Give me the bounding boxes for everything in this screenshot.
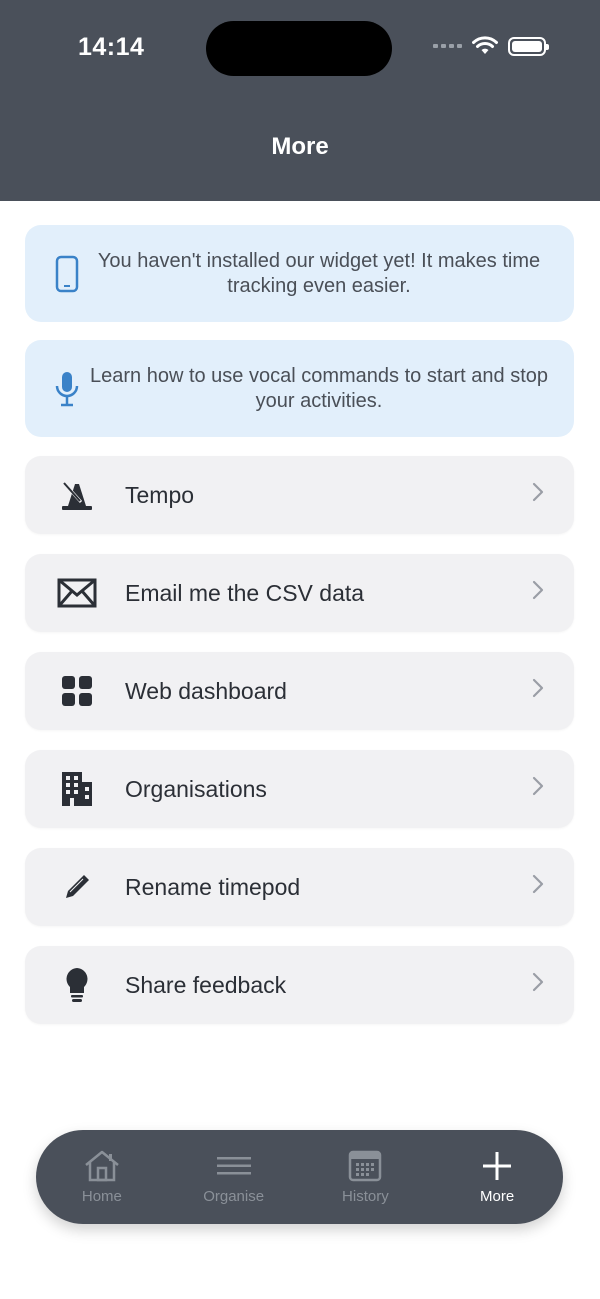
menu-item-label: Email me the CSV data xyxy=(125,579,365,606)
tab-bar: Home Organise History More xyxy=(36,1130,563,1224)
menu-item-web-dashboard[interactable]: Web dashboard xyxy=(25,652,574,730)
plus-icon xyxy=(482,1148,512,1184)
tab-label: Organise xyxy=(203,1188,265,1205)
home-icon xyxy=(82,1148,122,1184)
lightbulb-icon xyxy=(57,965,97,1005)
tab-home[interactable]: Home xyxy=(36,1130,168,1224)
tab-organise[interactable]: Organise xyxy=(168,1130,300,1224)
menu-item-label: Tempo xyxy=(125,481,195,508)
microphone-icon xyxy=(50,370,84,408)
menu-item-share-feedback[interactable]: Share feedback xyxy=(25,946,574,1024)
vocal-commands-banner-text: Learn how to use vocal commands to start… xyxy=(89,364,549,412)
chevron-right-icon xyxy=(532,776,544,796)
grid-icon xyxy=(57,671,97,711)
chevron-right-icon xyxy=(532,580,544,600)
tab-label: History xyxy=(342,1188,389,1205)
menu-item-label: Organisations xyxy=(125,775,267,802)
status-icons xyxy=(433,36,549,56)
menu-item-email-csv[interactable]: Email me the CSV data xyxy=(25,554,574,632)
header: 14:14 More xyxy=(0,0,600,201)
tab-history[interactable]: History xyxy=(300,1130,432,1224)
envelope-icon xyxy=(57,573,97,613)
widget-banner[interactable]: You haven't installed our widget yet! It… xyxy=(25,225,574,322)
metronome-icon xyxy=(57,475,97,515)
menu-item-label: Share feedback xyxy=(125,971,287,998)
phone-icon xyxy=(50,255,84,293)
chevron-right-icon xyxy=(532,482,544,502)
cellular-signal-icon xyxy=(433,44,462,48)
chevron-right-icon xyxy=(532,972,544,992)
calendar-icon xyxy=(348,1148,382,1184)
menu-lines-icon xyxy=(216,1148,252,1184)
dynamic-island xyxy=(206,21,392,76)
menu-item-rename-timepod[interactable]: Rename timepod xyxy=(25,848,574,926)
building-icon xyxy=(57,769,97,809)
menu-item-label: Web dashboard xyxy=(125,677,287,704)
tab-label: More xyxy=(480,1188,515,1205)
vocal-commands-banner[interactable]: Learn how to use vocal commands to start… xyxy=(25,340,574,437)
menu-item-label: Rename timepod xyxy=(125,873,301,900)
chevron-right-icon xyxy=(532,874,544,894)
wifi-icon xyxy=(472,36,498,54)
chevron-right-icon xyxy=(532,678,544,698)
tab-more[interactable]: More xyxy=(431,1130,563,1224)
battery-icon xyxy=(508,36,549,56)
status-time: 14:14 xyxy=(78,33,145,61)
menu-item-tempo[interactable]: Tempo xyxy=(25,456,574,534)
pencil-icon xyxy=(57,867,97,907)
tab-label: Home xyxy=(81,1188,122,1205)
menu-item-organisations[interactable]: Organisations xyxy=(25,750,574,828)
page-title: More xyxy=(271,133,329,160)
widget-banner-text: You haven't installed our widget yet! It… xyxy=(97,249,541,297)
